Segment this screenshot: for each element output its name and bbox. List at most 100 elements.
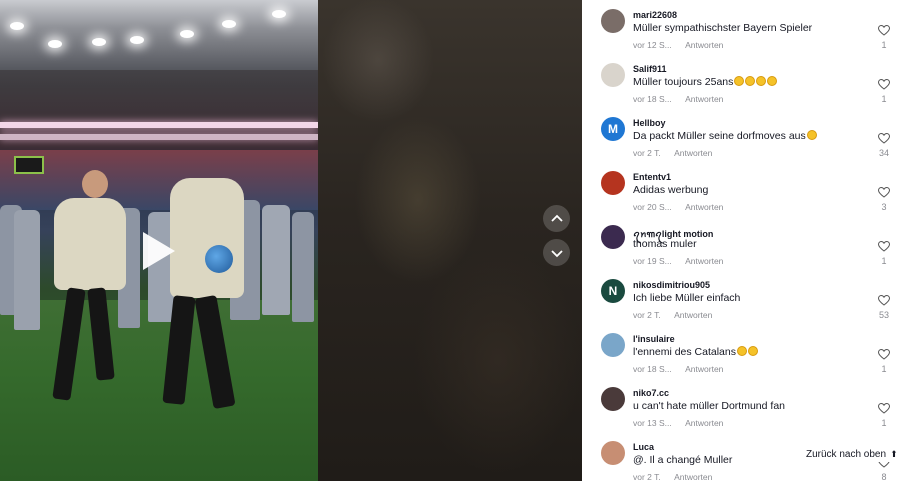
comment-username[interactable]: niko7.cc <box>633 388 669 398</box>
avatar[interactable] <box>601 333 625 357</box>
stadium-stands <box>0 150 318 210</box>
comment-username[interactable]: mari22608 <box>633 10 677 20</box>
back-to-top-button[interactable]: Zurück nach oben ⬆ <box>800 446 900 462</box>
reply-button[interactable]: Antworten <box>674 148 712 158</box>
avatar[interactable] <box>601 225 625 249</box>
comment-time: vor 20 S... <box>633 202 672 212</box>
led-band <box>0 134 318 140</box>
comment-text: Müller toujours 25ans <box>633 76 778 88</box>
like-button[interactable] <box>876 77 892 95</box>
like-button[interactable] <box>876 23 892 41</box>
video-player[interactable] <box>0 0 318 481</box>
video-blur-background <box>318 0 582 481</box>
like-count: 1 <box>881 418 887 428</box>
comment-meta: vor 2 T. Antworten <box>633 472 712 481</box>
comment-username[interactable]: Luca <box>633 442 654 452</box>
chevron-down-icon <box>550 249 563 257</box>
like-count: 1 <box>881 40 887 50</box>
comment-time: vor 18 S... <box>633 94 672 104</box>
like-button[interactable] <box>876 239 892 257</box>
comment-item: l'insulaire l'ennemi des Catalans vor 18… <box>582 328 900 382</box>
comment-username[interactable]: nikosdimitriou905 <box>633 280 710 290</box>
comment-item: Ententv1 Adidas werbung vor 20 S... Antw… <box>582 166 900 220</box>
comment-meta: vor 12 S... Antworten <box>633 40 723 50</box>
reply-button[interactable]: Antworten <box>685 94 723 104</box>
heart-icon <box>877 78 891 90</box>
heart-icon <box>877 294 891 306</box>
comment-time: vor 2 T. <box>633 310 661 320</box>
play-icon[interactable] <box>143 232 175 270</box>
reply-button[interactable]: Antworten <box>674 310 712 320</box>
comment-username[interactable]: Hellboy <box>633 118 666 128</box>
comment-time: vor 12 S... <box>633 40 672 50</box>
comment-username[interactable]: l'insulaire <box>633 334 675 344</box>
like-button[interactable] <box>876 131 892 149</box>
comment-username[interactable]: Ententv1 <box>633 172 671 182</box>
heart-icon <box>877 240 891 252</box>
chevron-up-icon <box>550 214 563 222</box>
next-video-button[interactable] <box>543 239 570 266</box>
comment-item: Salif911 Müller toujours 25ans vor 18 S.… <box>582 58 900 112</box>
reply-button[interactable]: Antworten <box>685 40 723 50</box>
comment-text: @. Il a changé Muller <box>633 454 733 466</box>
like-count: 1 <box>881 364 887 374</box>
reply-button[interactable]: Antworten <box>685 202 723 212</box>
like-button[interactable] <box>876 401 892 419</box>
comment-text: Adidas werbung <box>633 184 709 196</box>
reply-button[interactable]: Antworten <box>685 418 723 428</box>
reply-button[interactable]: Antworten <box>685 256 723 266</box>
like-button[interactable] <box>876 293 892 311</box>
avatar[interactable] <box>601 9 625 33</box>
player-right <box>160 178 250 428</box>
video-stage[interactable] <box>0 0 582 481</box>
like-count: 1 <box>881 256 887 266</box>
avatar[interactable]: M <box>601 117 625 141</box>
like-count: 8 <box>881 472 887 481</box>
avatar[interactable]: N <box>601 279 625 303</box>
emoji-icon <box>745 76 756 86</box>
comment-time: vor 2 T. <box>633 148 661 158</box>
comment-list[interactable]: mari22608 Müller sympathischster Bayern … <box>582 0 900 481</box>
emoji-icon <box>767 76 778 86</box>
avatar[interactable] <box>601 63 625 87</box>
heart-icon <box>877 402 891 414</box>
like-count: 34 <box>878 148 889 158</box>
previous-video-button[interactable] <box>543 205 570 232</box>
comment-username[interactable]: Salif911 <box>633 64 667 74</box>
comment-text: Ich liebe Müller einfach <box>633 292 741 304</box>
comment-time: vor 18 S... <box>633 364 672 374</box>
heart-icon <box>877 348 891 360</box>
heart-icon <box>877 132 891 144</box>
comment-meta: vor 18 S... Antworten <box>633 94 723 104</box>
emoji-group <box>806 130 817 142</box>
like-count: 3 <box>881 202 887 212</box>
football <box>205 245 233 273</box>
avatar-letter: N <box>608 284 618 298</box>
comment-text: thomas muler <box>633 238 697 250</box>
pitch <box>0 300 318 481</box>
comment-text: l'ennemi des Catalans <box>633 346 758 358</box>
comment-text: Da packt Müller seine dorfmoves aus <box>633 130 817 142</box>
avatar[interactable] <box>601 441 625 465</box>
tiktok-video-page: mari22608 Müller sympathischster Bayern … <box>0 0 900 481</box>
emoji-icon <box>806 130 817 140</box>
like-button[interactable] <box>876 185 892 203</box>
scoreboard <box>14 156 44 174</box>
comment-item: ꪖꪀ꧑ꪖlight motion thomas muler vor 19 S..… <box>582 220 900 274</box>
led-band <box>0 122 318 128</box>
comment-time: vor 2 T. <box>633 472 661 481</box>
emoji-icon <box>736 346 747 356</box>
comment-text: u can't hate müller Dortmund fan <box>633 400 785 412</box>
like-button[interactable] <box>876 347 892 365</box>
emoji-icon <box>756 76 767 86</box>
comment-meta: vor 2 T. Antworten <box>633 148 712 158</box>
comment-time: vor 19 S... <box>633 256 672 266</box>
avatar[interactable] <box>601 387 625 411</box>
avatar[interactable] <box>601 171 625 195</box>
comment-item: niko7.cc u can't hate müller Dortmund fa… <box>582 382 900 436</box>
comment-meta: vor 13 S... Antworten <box>633 418 723 428</box>
avatar-letter: M <box>608 122 618 136</box>
reply-button[interactable]: Antworten <box>674 472 712 481</box>
comment-meta: vor 18 S... Antworten <box>633 364 723 374</box>
reply-button[interactable]: Antworten <box>685 364 723 374</box>
